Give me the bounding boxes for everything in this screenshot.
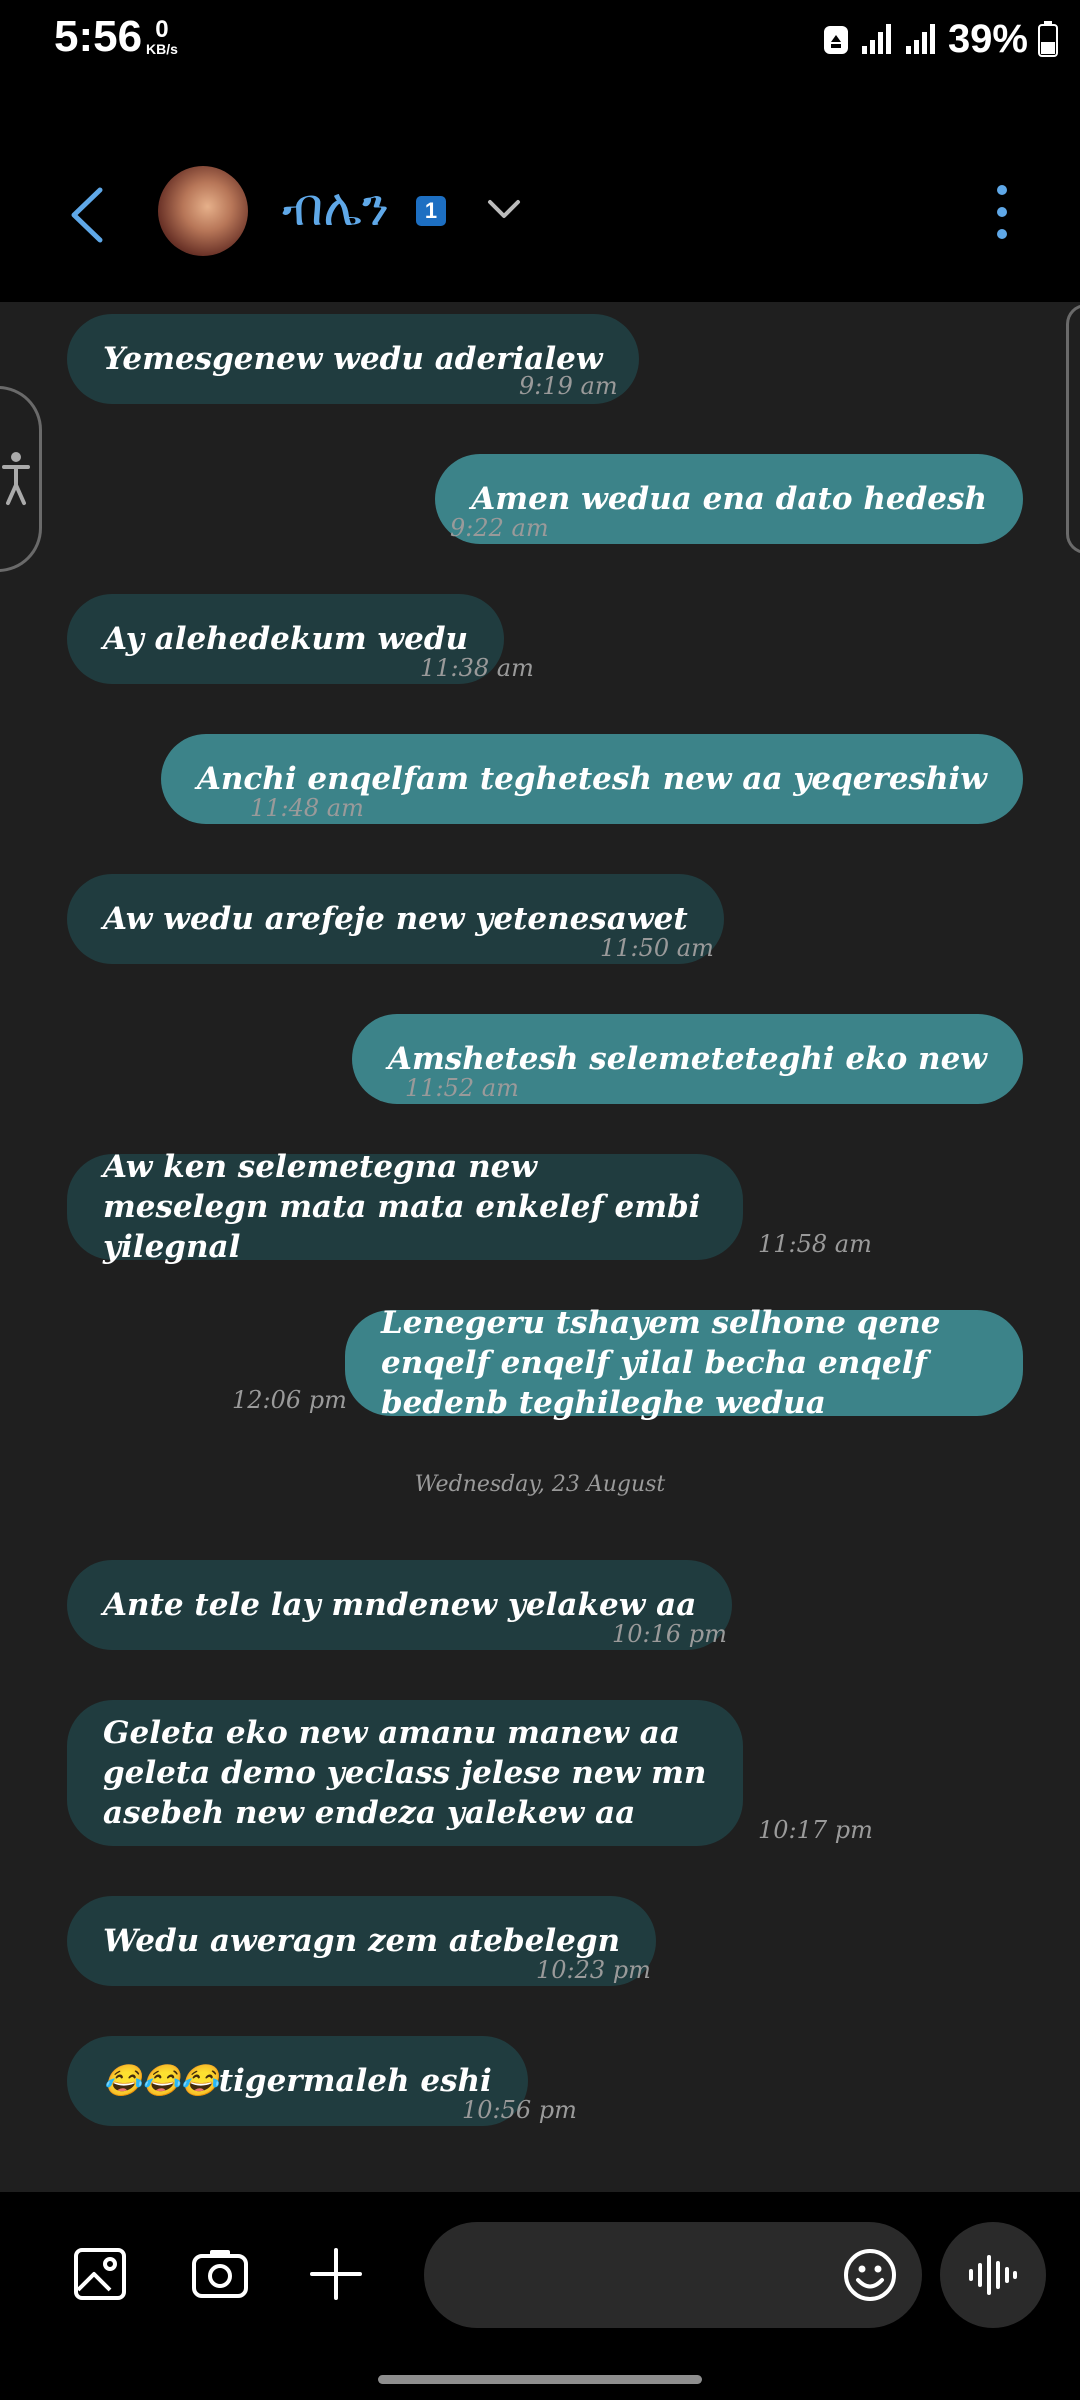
message-time: 11:58 am — [758, 1230, 872, 1258]
battery-icon — [1038, 21, 1058, 57]
message-text: Amen wedua ena dato hedesh — [471, 480, 987, 517]
net-speed: 0 KB/s — [146, 16, 178, 57]
message-bubble[interactable]: Aw ken selemetegna new meselegn mata mat… — [67, 1149, 743, 1265]
message-time: 11:52 am — [405, 1074, 519, 1102]
signal-icon — [861, 24, 891, 54]
home-indicator[interactable] — [378, 2375, 702, 2384]
message-time: 10:16 pm — [612, 1620, 727, 1648]
message-time: 9:22 am — [450, 514, 549, 542]
emoji-icon[interactable] — [842, 2247, 898, 2303]
voice-wave-icon — [969, 2255, 1017, 2295]
message-time: 11:48 am — [250, 794, 364, 822]
contact-name[interactable]: ብሌን — [282, 178, 389, 239]
avatar[interactable] — [158, 166, 248, 256]
message-time: 12:06 pm — [232, 1386, 347, 1414]
message-time: 11:38 am — [420, 654, 534, 682]
message-bubble[interactable]: Geleta eko new amanu manew aa geleta dem… — [67, 1700, 743, 1846]
status-icons: 39% — [822, 14, 1058, 64]
message-text: Lenegeru tshayem selhone qene enqelf enq… — [381, 1304, 941, 1422]
net-speed-value: 0 — [155, 16, 169, 43]
battery-percent: 39% — [947, 16, 1028, 61]
message-text: Ante tele lay mndenew yelakew aa — [103, 1586, 697, 1623]
status-bar: 5:56 0 KB/s 39% — [0, 0, 1080, 80]
status-time: 5:56 — [54, 12, 143, 61]
message-text: Ay alehedekum wedu — [103, 620, 469, 657]
back-arrow-icon — [71, 187, 103, 243]
chevron-down-icon[interactable] — [484, 194, 524, 224]
signal-icon — [905, 24, 935, 54]
contact-badge: 1 — [416, 196, 446, 226]
message-time: 10:17 pm — [758, 1816, 873, 1844]
message-input[interactable] — [424, 2222, 922, 2328]
edge-panel-handle[interactable] — [1066, 304, 1080, 554]
gallery-icon[interactable] — [70, 2244, 130, 2304]
message-text: Geleta eko new amanu manew aa geleta dem… — [103, 1714, 707, 1832]
message-bubble[interactable]: Lenegeru tshayem selhone qene enqelf enq… — [345, 1305, 1023, 1421]
net-speed-unit: KB/s — [146, 41, 178, 57]
message-time: 10:56 pm — [462, 2096, 577, 2124]
accessibility-button[interactable] — [0, 386, 42, 572]
message-text: Aw ken selemetegna new meselegn mata mat… — [103, 1148, 701, 1266]
message-time: 9:19 am — [519, 372, 618, 400]
message-text: 😂😂😂tigermaleh eshi — [103, 2062, 492, 2099]
back-button[interactable] — [62, 180, 112, 250]
accessibility-icon — [2, 452, 30, 505]
more-vertical-icon[interactable] — [994, 184, 1010, 240]
camera-icon[interactable] — [190, 2244, 250, 2304]
message-list[interactable]: Yemesgenew wedu aderialew 9:19 am Amen w… — [0, 302, 1080, 2192]
composer-bar — [0, 2192, 1080, 2400]
date-separator: Wednesday, 23 August — [414, 1472, 666, 1497]
plus-icon[interactable] — [306, 2244, 366, 2304]
recycle-icon — [823, 26, 848, 54]
conversation-header: ብሌን 1 — [0, 80, 1080, 302]
message-bubble[interactable]: 😂😂😂tigermaleh eshi — [67, 2036, 528, 2126]
voice-record-button[interactable] — [940, 2222, 1046, 2328]
message-time: 11:50 am — [600, 934, 714, 962]
message-time: 10:23 pm — [536, 1956, 651, 1984]
